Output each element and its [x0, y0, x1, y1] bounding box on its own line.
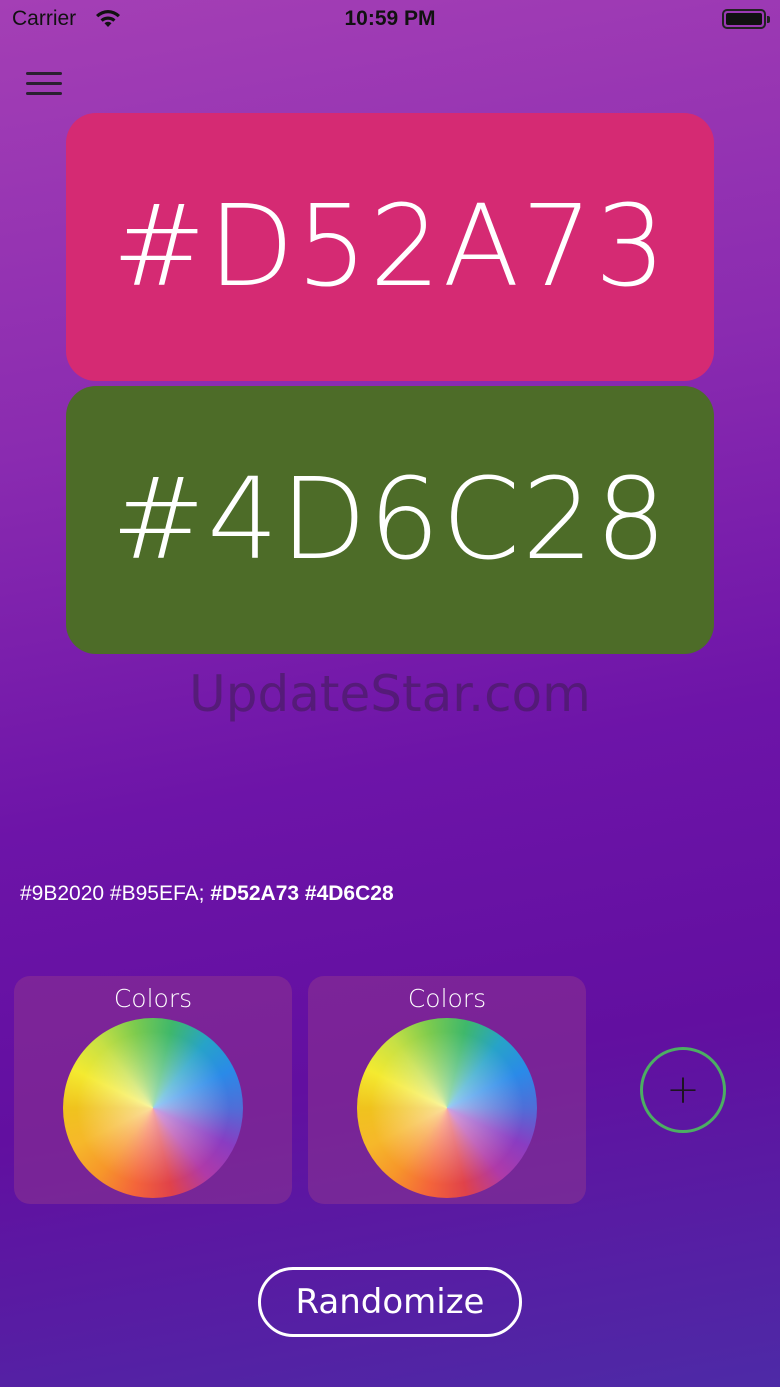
status-bar: Carrier 10:59 PM	[0, 0, 780, 40]
clock: 10:59 PM	[344, 7, 436, 30]
swatch-hex-label: #4D6C28	[111, 455, 669, 585]
card-label: Colors	[113, 984, 193, 1013]
color-swatch-primary[interactable]: #D52A73	[66, 113, 714, 381]
color-wheel-icon[interactable]	[357, 1018, 537, 1198]
add-color-button[interactable]: +	[640, 1047, 726, 1133]
color-picker-card-1[interactable]: Colors	[14, 976, 292, 1204]
card-label: Colors	[407, 984, 487, 1013]
battery-icon	[722, 9, 770, 29]
color-wheel-icon[interactable]	[63, 1018, 243, 1198]
color-swatch-secondary[interactable]: #4D6C28	[66, 386, 714, 654]
hamburger-menu-icon[interactable]	[26, 70, 64, 98]
watermark: UpdateStar.com	[189, 665, 591, 723]
plus-icon: +	[666, 1067, 700, 1113]
palette-current: #D52A73 #4D6C28	[210, 882, 394, 905]
color-picker-card-2[interactable]: Colors	[308, 976, 586, 1204]
randomize-button[interactable]: Randomize	[258, 1267, 522, 1337]
palette-previous: #9B2020 #B95EFA;	[20, 882, 205, 905]
palette-history: #9B2020 #B95EFA; #D52A73 #4D6C28	[20, 882, 394, 906]
swatch-hex-label: #D52A73	[112, 182, 668, 312]
